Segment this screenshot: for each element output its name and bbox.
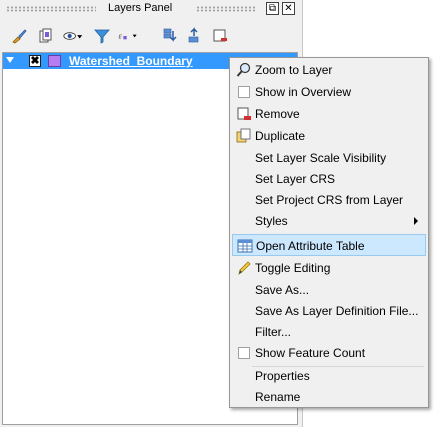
menu-item-set-project-crs[interactable]: Set Project CRS from Layer <box>232 189 426 211</box>
menu-label: Remove <box>255 107 300 121</box>
style-brush-icon[interactable] <box>9 26 29 46</box>
menu-item-rename[interactable]: Rename <box>232 386 426 408</box>
remove-layer-icon[interactable] <box>210 26 230 46</box>
submenu-arrow-icon <box>414 217 418 225</box>
menu-label: Filter... <box>255 325 292 339</box>
menu-label: Show Feature Count <box>255 346 366 360</box>
menu-item-open-attribute-table[interactable]: Open Attribute Table <box>232 234 426 256</box>
menu-item-save-as-layer-definition[interactable]: Save As Layer Definition File... <box>232 300 426 322</box>
menu-item-show-feature-count[interactable]: Show Feature Count <box>232 342 426 364</box>
zoom-icon <box>236 62 252 78</box>
expand-arrow-icon[interactable] <box>6 57 14 63</box>
menu-item-properties[interactable]: Properties <box>232 365 426 387</box>
menu-label: Properties <box>255 369 310 383</box>
menu-item-filter[interactable]: Filter... <box>232 321 426 343</box>
overview-checkbox[interactable] <box>236 84 252 100</box>
menu-item-show-in-overview[interactable]: Show in Overview <box>232 81 426 103</box>
remove-icon <box>236 106 252 122</box>
filter-icon[interactable] <box>92 26 112 46</box>
feature-count-checkbox[interactable] <box>236 345 252 361</box>
menu-label: Open Attribute Table <box>256 239 365 253</box>
menu-label: Toggle Editing <box>255 261 331 275</box>
menu-item-zoom-to-layer[interactable]: Zoom to Layer <box>232 59 426 81</box>
panel-titlebar[interactable]: Layers Panel ⧉ ✕ <box>0 0 300 18</box>
svg-text:ε: ε <box>119 32 123 41</box>
panel-title: Layers Panel <box>108 2 173 14</box>
visibility-eye-icon[interactable] <box>63 26 83 46</box>
menu-label: Show in Overview <box>255 85 352 99</box>
titlebar-grip <box>6 6 96 12</box>
layer-visibility-checkbox[interactable]: ✖ <box>29 55 41 67</box>
layers-toolbar: ε <box>0 20 300 52</box>
menu-item-save-as[interactable]: Save As... <box>232 279 426 301</box>
pencil-icon <box>236 260 252 276</box>
duplicate-icon <box>236 128 252 144</box>
collapse-all-icon[interactable] <box>184 26 204 46</box>
layer-symbol-swatch <box>48 55 61 67</box>
menu-label: Set Project CRS from Layer <box>255 193 404 207</box>
menu-item-remove[interactable]: Remove <box>232 103 426 125</box>
menu-label: Zoom to Layer <box>255 63 333 77</box>
menu-label: Styles <box>255 214 288 228</box>
expand-all-icon[interactable] <box>160 26 180 46</box>
menu-item-styles[interactable]: Styles <box>232 210 426 232</box>
menu-label: Rename <box>255 390 301 404</box>
filter-expression-icon[interactable]: ε <box>118 26 138 46</box>
layer-name[interactable]: Watershed_Boundary <box>69 54 193 68</box>
titlebar-grip-right <box>196 6 256 12</box>
add-group-icon[interactable] <box>35 26 55 46</box>
menu-item-toggle-editing[interactable]: Toggle Editing <box>232 257 426 279</box>
menu-item-duplicate[interactable]: Duplicate <box>232 125 426 147</box>
menu-item-set-layer-scale-visibility[interactable]: Set Layer Scale Visibility <box>232 147 426 169</box>
menu-label: Save As Layer Definition File... <box>255 304 419 318</box>
float-button[interactable]: ⧉ <box>266 2 279 15</box>
menu-label: Set Layer Scale Visibility <box>255 151 387 165</box>
menu-label: Save As... <box>255 283 310 297</box>
menu-label: Set Layer CRS <box>255 172 336 186</box>
menu-item-set-layer-crs[interactable]: Set Layer CRS <box>232 168 426 190</box>
close-button[interactable]: ✕ <box>282 2 295 15</box>
menu-label: Duplicate <box>255 129 306 143</box>
layer-context-menu: Zoom to Layer Show in Overview Remove Du… <box>229 57 429 408</box>
table-icon <box>237 238 253 254</box>
